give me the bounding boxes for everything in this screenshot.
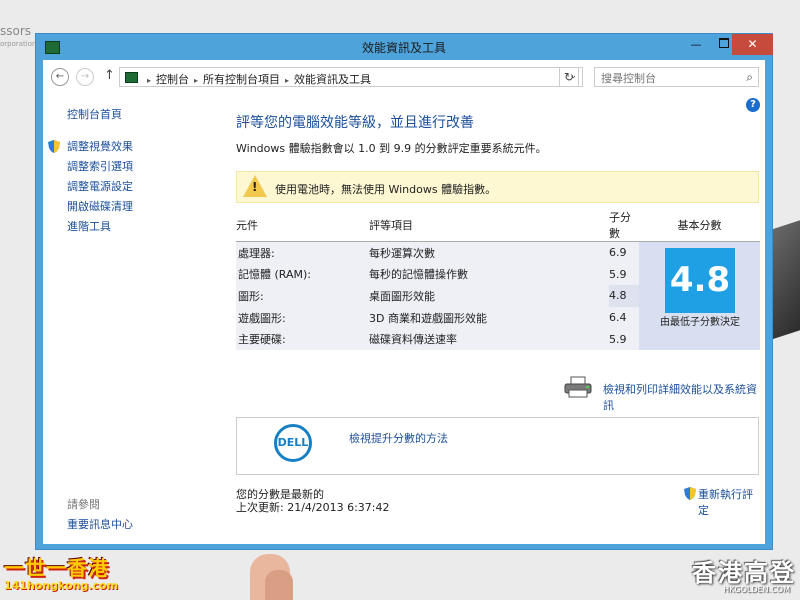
base-score-cell: 4.8 由最低子分數決定: [639, 241, 760, 350]
window-client: ← → ↑ ▸控制台▸所有控制台項目▸效能資訊及工具 ⌄ ↻ ⌕ 控制台首頁: [43, 60, 765, 544]
base-score-tile: 4.8: [665, 248, 735, 313]
row-rated: 每秒的記憶體操作數: [369, 263, 609, 286]
open-disk-cleanup-link[interactable]: 開啟磁碟清理: [67, 197, 133, 217]
row-rated: 桌面圖形效能: [369, 285, 609, 307]
row-component: 主要硬碟:: [236, 328, 369, 350]
main-pane: ? 評等您的電腦效能等級，並且進行改善 Windows 體驗指數會以 1.0 到…: [236, 94, 761, 544]
refresh-button[interactable]: ↻: [559, 67, 579, 87]
row-subscore: 5.9: [609, 263, 639, 286]
task-links: 調整視覺效果 調整索引選項 調整電源設定 開啟磁碟清理 進階工具: [48, 137, 133, 237]
dell-logo: DELL: [274, 424, 312, 462]
row-subscore: 6.4: [609, 306, 639, 329]
desktop-bg-text: ssors: [0, 24, 32, 38]
printer-icon: [564, 376, 592, 398]
oem-box: DELL 檢視提升分數的方法: [236, 417, 759, 475]
base-score-wrap: 4.8 由最低子分數決定: [639, 242, 760, 350]
row-subscore-lowest: 4.8: [609, 285, 639, 307]
warning-glyph: !: [252, 180, 258, 194]
row-subscore: 6.9: [609, 241, 639, 264]
warning-text: 使用電池時，無法使用 Windows 體驗指數。: [275, 183, 497, 196]
breadcrumb-separator[interactable]: ▸: [194, 76, 198, 85]
header-rated: 評等項目: [369, 209, 609, 242]
row-component: 記憶體 (RAM):: [236, 263, 369, 286]
row-component: 圖形:: [236, 285, 369, 307]
watermark-left-url: 141hongkong.com: [4, 579, 119, 592]
address-toolbar: ← → ↑ ▸控制台▸所有控制台項目▸效能資訊及工具 ⌄ ↻ ⌕: [43, 60, 765, 94]
adjust-visual-effects-link[interactable]: 調整視覺效果: [48, 137, 133, 157]
watermark-left-title: 一世一香港: [4, 556, 109, 580]
improve-score-link[interactable]: 檢視提升分數的方法: [349, 430, 448, 446]
action-center-link[interactable]: 重要訊息中心: [67, 516, 133, 532]
rerun-label: 重新執行評定: [698, 488, 753, 517]
adjust-indexing-options-link[interactable]: 調整索引選項: [67, 157, 133, 177]
watermark-right-url: HKGOLDEN.COM: [723, 585, 790, 594]
row-rated: 每秒運算次數: [369, 241, 609, 264]
link-label: 調整視覺效果: [67, 140, 133, 153]
header-subscore: 子分數: [609, 209, 639, 242]
watermark-right: 香港高登 HKGOLDEN.COM: [646, 553, 796, 598]
back-button[interactable]: ←: [51, 68, 69, 86]
up-button[interactable]: ↑: [104, 68, 115, 83]
row-component: 處理器:: [236, 241, 369, 264]
base-score-note: 由最低子分數決定: [660, 317, 740, 328]
uac-shield-icon: [684, 487, 696, 500]
search-icon[interactable]: ⌕: [746, 70, 753, 85]
control-panel-icon: [125, 72, 138, 83]
watermark-right-title: 香港高登: [692, 559, 796, 587]
uac-shield-icon: [48, 140, 60, 153]
adjust-power-settings-link[interactable]: 調整電源設定: [67, 177, 133, 197]
score-table: 元件 評等項目 子分數 基本分數 處理器: 每秒運算次數 6.9 4.8 由最低…: [236, 209, 760, 350]
table-row: 處理器: 每秒運算次數 6.9 4.8 由最低子分數決定: [236, 241, 760, 350]
breadcrumb-current[interactable]: 效能資訊及工具: [294, 73, 371, 86]
breadcrumb-control-panel[interactable]: 控制台: [156, 73, 189, 86]
see-also-label: 請參閱: [67, 498, 100, 511]
address-bar[interactable]: ▸ 控制台 ▸ 所有控制台項目 ▸ 效能資訊及工具 ⌄: [119, 67, 583, 87]
score-table-header: 元件 評等項目 子分數 基本分數: [236, 209, 760, 242]
rerun-assessment-link[interactable]: 重新執行評定: [684, 486, 761, 518]
row-rated: 3D 商業和遊戲圖形效能: [369, 306, 609, 329]
row-component: 遊戲圖形:: [236, 306, 369, 329]
desktop-bg-hand-shadow: [265, 570, 293, 600]
row-subscore: 5.9: [609, 328, 639, 350]
breadcrumb-separator: ▸: [147, 76, 152, 85]
left-pane: 控制台首頁 調整視覺效果 調整索引選項 調整電源設定 開啟磁碟清理 進階工具 請…: [43, 94, 223, 544]
watermark-left: 一世一香港 141hongkong.com: [0, 552, 130, 600]
forward-button[interactable]: →: [76, 68, 94, 86]
breadcrumb-separator[interactable]: ▸: [285, 76, 289, 85]
maximize-icon: [719, 38, 729, 48]
help-icon[interactable]: ?: [746, 98, 760, 112]
battery-warning-banner: ! 使用電池時，無法使用 Windows 體驗指數。: [236, 171, 759, 203]
header-base-score: 基本分數: [639, 209, 760, 242]
minimize-button[interactable]: —: [682, 34, 710, 55]
window-titlebar[interactable]: 效能資訊及工具 — ✕: [36, 34, 773, 60]
intro-text: Windows 體驗指數會以 1.0 到 9.9 的分數評定重要系統元件。: [236, 142, 547, 155]
performance-window: 效能資訊及工具 — ✕ ← → ↑ ▸ 控制台 ▸ 所有控制台項目 ▸ 效能資訊及工具 ⌄…: [35, 33, 773, 550]
window-title: 效能資訊及工具: [361, 41, 446, 55]
warning-icon: !: [243, 175, 267, 197]
control-panel-home-link[interactable]: 控制台首頁: [67, 106, 122, 122]
page-title: 評等您的電腦效能等級，並且進行改善: [236, 115, 474, 131]
advanced-tools-link[interactable]: 進階工具: [67, 217, 133, 237]
last-update-text: 上次更新: 21/4/2013 6:37:42: [236, 501, 390, 514]
search-input[interactable]: [599, 70, 733, 86]
print-details-link[interactable]: 檢視和列印詳細效能以及系統資訊: [603, 381, 761, 413]
breadcrumb: ▸ 控制台 ▸ 所有控制台項目 ▸ 效能資訊及工具: [142, 71, 371, 87]
close-button[interactable]: ✕: [732, 34, 773, 55]
breadcrumb-all-items[interactable]: 所有控制台項目: [203, 73, 280, 86]
header-component: 元件: [236, 209, 369, 242]
row-rated: 磁碟資料傳送速率: [369, 328, 609, 350]
search-box[interactable]: ⌕: [594, 67, 759, 87]
